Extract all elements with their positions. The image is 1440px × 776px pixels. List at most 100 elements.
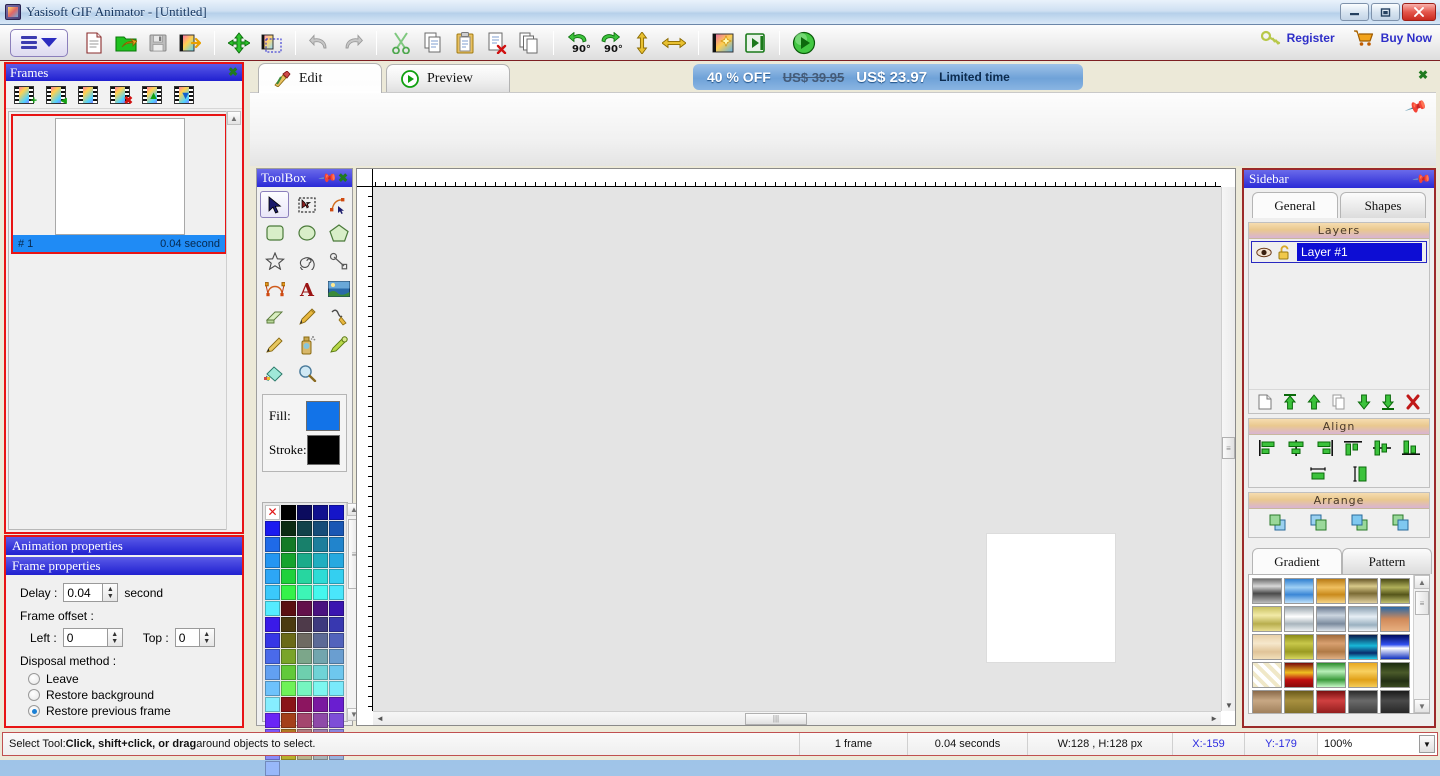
fill-color-swatch[interactable] (306, 401, 340, 431)
distribute-v-icon[interactable] (1351, 466, 1369, 482)
arrow-up-icon[interactable] (1307, 394, 1321, 410)
top-input[interactable]: 0 (175, 628, 200, 647)
layer-name-label[interactable]: Layer #1 (1297, 243, 1422, 261)
maximize-button[interactable] (1371, 3, 1400, 21)
color-swatch[interactable] (329, 553, 344, 568)
scrollbar-thumb[interactable]: ≡ (1415, 591, 1429, 615)
color-swatch[interactable] (265, 585, 280, 600)
delete-red-x-icon[interactable] (1406, 394, 1420, 410)
curve-pen-tool[interactable] (324, 303, 353, 330)
color-swatch[interactable] (313, 697, 328, 712)
canvas-viewport[interactable] (373, 187, 1221, 711)
color-swatch[interactable] (313, 505, 328, 520)
color-swatch[interactable] (281, 697, 296, 712)
align-left-icon[interactable] (1258, 440, 1276, 456)
color-swatch[interactable] (313, 617, 328, 632)
color-swatch[interactable] (265, 521, 280, 536)
scroll-down-arrow[interactable]: ▼ (1225, 701, 1233, 710)
color-swatch[interactable] (297, 713, 312, 728)
disposal-option-restore-previous-frame[interactable]: Restore previous frame (20, 704, 234, 718)
tab-pattern[interactable]: Pattern (1342, 548, 1432, 574)
color-swatch[interactable] (265, 665, 280, 680)
minimize-button[interactable] (1340, 3, 1369, 21)
eyedropper-tool[interactable] (324, 331, 353, 358)
scroll-up-arrow[interactable]: ▲ (1414, 575, 1430, 589)
promo-banner[interactable]: 40 % OFF US$ 39.95 US$ 23.97 Limited tim… (693, 64, 1083, 90)
disposal-option-leave[interactable]: Leave (20, 672, 234, 686)
color-swatch[interactable] (265, 553, 280, 568)
color-swatch[interactable] (329, 601, 344, 616)
text-tool[interactable]: A (292, 275, 321, 302)
undo-button[interactable] (305, 28, 335, 58)
color-swatch[interactable] (297, 601, 312, 616)
redo-button[interactable] (337, 28, 367, 58)
arrow-down-bar-icon[interactable] (1381, 394, 1395, 410)
video-button[interactable] (740, 28, 770, 58)
send-backward-icon[interactable] (1350, 514, 1370, 532)
color-swatch[interactable] (281, 553, 296, 568)
color-swatch[interactable] (313, 665, 328, 680)
arrow-down-icon[interactable] (1357, 394, 1371, 410)
color-swatch[interactable] (265, 713, 280, 728)
color-swatch[interactable] (281, 617, 296, 632)
select-tool[interactable] (260, 191, 289, 218)
color-swatch[interactable] (265, 601, 280, 616)
gradient-swatch[interactable] (1316, 662, 1346, 688)
register-button[interactable]: Register (1261, 29, 1335, 47)
color-swatch[interactable] (329, 665, 344, 680)
color-swatch[interactable] (281, 713, 296, 728)
distribute-h-icon[interactable] (1309, 466, 1327, 482)
color-swatch[interactable] (313, 569, 328, 584)
color-palette[interactable] (263, 503, 346, 721)
color-swatch[interactable] (313, 537, 328, 552)
move-frame-down-button[interactable]: ▼ (169, 83, 199, 107)
color-swatch[interactable] (297, 649, 312, 664)
gradient-swatch[interactable] (1348, 662, 1378, 688)
new-page-icon[interactable] (1258, 394, 1272, 410)
scroll-right-arrow[interactable]: ► (1210, 714, 1221, 723)
gradient-swatch[interactable] (1284, 578, 1314, 604)
color-swatch[interactable] (281, 537, 296, 552)
gradient-swatch[interactable] (1348, 578, 1378, 604)
frames-list[interactable]: # 1 0.04 second (8, 111, 240, 530)
pin-icon[interactable]: 📌 (1411, 168, 1432, 189)
gradient-swatch[interactable] (1284, 634, 1314, 660)
close-icon[interactable]: ✖ (338, 171, 348, 185)
copy-button[interactable] (418, 28, 448, 58)
gradient-swatch[interactable] (1380, 634, 1410, 660)
color-swatch[interactable] (329, 537, 344, 552)
color-swatch[interactable] (281, 569, 296, 584)
zoom-combobox[interactable]: 100% ▼ (1317, 733, 1437, 755)
color-swatch[interactable] (297, 553, 312, 568)
gradient-swatch[interactable] (1284, 690, 1314, 714)
scroll-down-arrow[interactable]: ▼ (1414, 699, 1430, 713)
arrow-up-bar-icon[interactable] (1283, 394, 1297, 410)
pin-icon[interactable]: 📌 (317, 168, 338, 189)
color-swatch[interactable] (265, 761, 280, 776)
color-swatch[interactable] (329, 649, 344, 664)
gradient-scrollbar[interactable]: ▲ ≡ ▼ (1413, 575, 1429, 713)
color-swatch[interactable] (313, 553, 328, 568)
gradient-swatch[interactable] (1316, 690, 1346, 714)
color-swatch[interactable] (265, 649, 280, 664)
color-swatch[interactable] (297, 681, 312, 696)
layers-list[interactable]: Layer #1 (1249, 239, 1429, 389)
save-file-button[interactable] (143, 28, 173, 58)
color-swatch[interactable] (313, 601, 328, 616)
new-file-button[interactable] (79, 28, 109, 58)
tab-gradient[interactable]: Gradient (1252, 548, 1342, 574)
rotate-left-button[interactable]: 90° (563, 28, 593, 58)
node-edit-tool[interactable] (324, 191, 353, 218)
scrollbar-thumb[interactable]: ||| (745, 713, 807, 725)
open-file-button[interactable] (111, 28, 141, 58)
copy-page-icon[interactable] (1332, 394, 1346, 410)
canvas-vertical-scrollbar[interactable]: ≡ ▼ (1221, 187, 1235, 711)
play-button[interactable] (789, 28, 819, 58)
gradient-swatch[interactable] (1252, 578, 1282, 604)
frames-scrollbar[interactable]: ▲ (226, 111, 240, 530)
gradient-swatch[interactable] (1380, 578, 1410, 604)
color-swatch[interactable] (329, 585, 344, 600)
rectangle-tool[interactable] (260, 219, 289, 246)
rotate-right-button[interactable]: 90° (595, 28, 625, 58)
bring-forward-icon[interactable] (1309, 514, 1329, 532)
